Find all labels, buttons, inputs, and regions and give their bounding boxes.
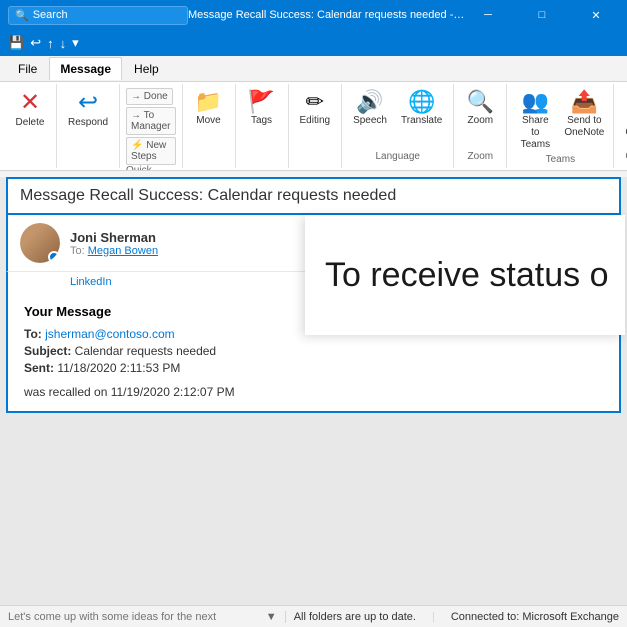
editing-button[interactable]: ✏ Editing xyxy=(295,88,336,130)
ribbon-group-zoom: 🔍 Zoom Zoom xyxy=(454,84,507,168)
ribbon-group-language: 🔊 Speech 🌐 Translate Language xyxy=(342,84,454,168)
search-label: Search xyxy=(33,9,68,21)
respond-button[interactable]: ↩ Respond xyxy=(63,88,113,132)
menu-help[interactable]: Help xyxy=(124,58,169,80)
email-header: Joni Sherman To: Megan Bowen ↩ … To rece… xyxy=(6,215,621,272)
overlay-text: To receive status o xyxy=(325,256,608,295)
window-title: Message Recall Success: Calendar request… xyxy=(188,9,465,21)
status-bar: ▼ All folders are up to date. | Connecte… xyxy=(0,605,627,627)
ribbon-group-respond: ↩ Respond xyxy=(57,84,120,168)
close-button[interactable]: ✕ xyxy=(573,0,619,30)
search-icon: 🔍 xyxy=(15,9,29,22)
avatar-badge xyxy=(48,251,60,263)
translate-button[interactable]: 🌐 Translate xyxy=(396,88,447,130)
subject-bar: Message Recall Success: Calendar request… xyxy=(6,177,621,215)
up-icon[interactable]: ↑ xyxy=(47,36,54,51)
ribbon-group-tags: 🚩 Tags xyxy=(236,84,289,168)
to-field-label: To: xyxy=(24,327,42,341)
subject-field-value: Calendar requests needed xyxy=(75,344,216,358)
delete-button[interactable]: ✕ Delete xyxy=(10,88,50,132)
quick-access-toolbar: 💾 ↩ ↑ ↓ ▾ xyxy=(0,30,627,56)
to-label: To: xyxy=(70,245,88,257)
content-area: Message Recall Success: Calendar request… xyxy=(0,177,627,612)
status-right: All folders are up to date. | Connected … xyxy=(286,611,627,623)
subject-field-label: Subject: xyxy=(24,344,75,358)
content-filler xyxy=(6,413,621,453)
sent-field-value: 11/18/2020 2:11:53 PM xyxy=(57,361,180,375)
title-search-box[interactable]: 🔍 Search xyxy=(8,6,188,25)
move-button[interactable]: 📁 Move xyxy=(189,88,229,130)
menu-message[interactable]: Message xyxy=(49,57,122,80)
status-input-area: ▼ xyxy=(0,611,286,623)
maximize-button[interactable]: □ xyxy=(519,0,565,30)
title-bar: 🔍 Search Message Recall Success: Calenda… xyxy=(0,0,627,30)
window-controls: ─ □ ✕ xyxy=(465,0,619,30)
status-input[interactable] xyxy=(8,611,262,623)
share-teams-button[interactable]: 👥 Share toTeams xyxy=(513,88,557,154)
undo-icon[interactable]: ↩ xyxy=(30,35,41,51)
overlay-panel: To receive status o xyxy=(305,215,625,335)
sent-field-label: Sent: xyxy=(24,361,57,375)
subject-field: Subject: Calendar requests needed xyxy=(24,344,603,358)
quick-steps-label: Quick Steps ↗ xyxy=(126,165,175,170)
down-icon[interactable]: ↓ xyxy=(60,36,67,51)
speech-button[interactable]: 🔊 Speech xyxy=(348,88,392,130)
tags-button[interactable]: 🚩 Tags xyxy=(242,88,282,130)
sent-field: Sent: 11/18/2020 2:11:53 PM xyxy=(24,361,603,375)
minimize-button[interactable]: ─ xyxy=(465,0,511,30)
more-icon[interactable]: ▾ xyxy=(72,35,79,51)
status-dropdown-icon[interactable]: ▼ xyxy=(266,611,277,623)
ribbon-group-onenote: 📓 Send toOneNote OneNote xyxy=(614,84,627,168)
recall-text: was recalled on 11/19/2020 2:12:07 PM xyxy=(24,385,235,399)
ribbon-group-editing: ✏ Editing xyxy=(289,84,343,168)
ribbon-group-teams: 👥 Share toTeams 📤 Send toOneNote Teams xyxy=(507,84,614,168)
ribbon-group-quick-steps: → Done → To Manager ⚡ New Steps Quick St… xyxy=(120,84,182,168)
status-folders: All folders are up to date. xyxy=(294,611,416,623)
sender-to-name: Megan Bowen xyxy=(88,245,158,257)
menu-file[interactable]: File xyxy=(8,58,47,80)
recall-notice: was recalled on 11/19/2020 2:12:07 PM xyxy=(24,385,603,399)
teams-label: Teams xyxy=(546,154,575,167)
ribbon-group-move: 📁 Move xyxy=(183,84,236,168)
status-connection: Connected to: Microsoft Exchange xyxy=(451,611,619,623)
save-icon[interactable]: 💾 xyxy=(8,35,24,51)
avatar xyxy=(20,223,60,263)
language-label: Language xyxy=(375,151,420,164)
onenote-button[interactable]: 📓 Send toOneNote xyxy=(620,88,627,142)
menu-bar: File Message Help xyxy=(0,56,627,82)
zoom-label: Zoom xyxy=(468,151,494,164)
to-email[interactable]: jsherman@contoso.com xyxy=(45,327,175,341)
send-onenote-button[interactable]: 📤 Send toOneNote xyxy=(561,88,607,142)
ribbon-group-delete: ✕ Delete xyxy=(4,84,57,168)
ribbon: ✕ Delete ↩ Respond → Done → To Manag xyxy=(0,82,627,171)
zoom-button[interactable]: 🔍 Zoom xyxy=(460,88,500,130)
